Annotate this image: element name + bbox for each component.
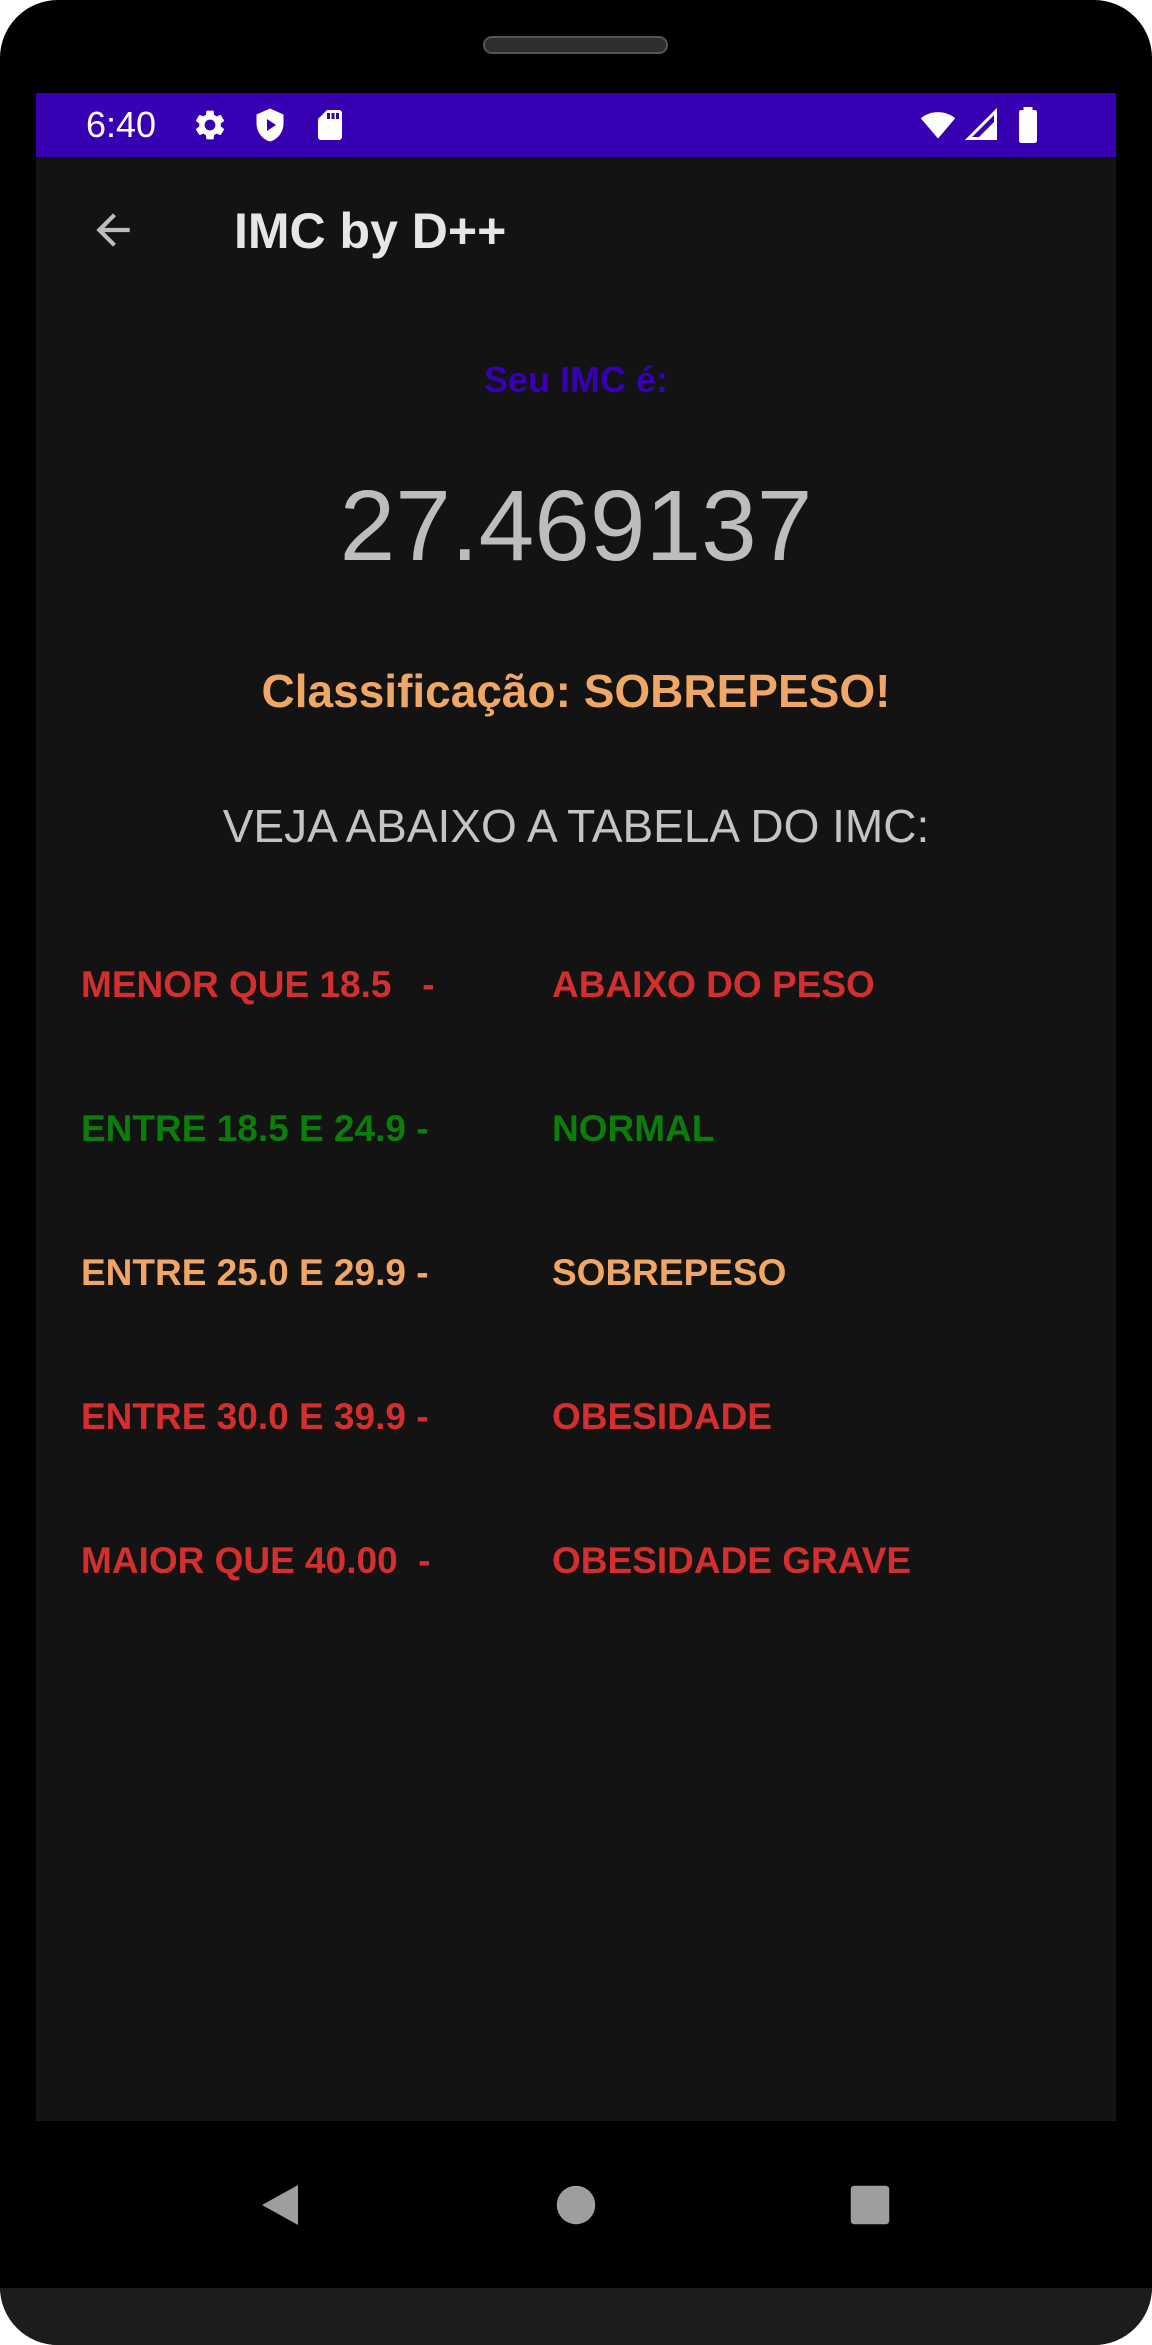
nav-back-button[interactable]	[240, 2165, 320, 2245]
sd-card-icon	[312, 107, 348, 143]
imc-range-label: MENOR QUE 18.5 -	[81, 964, 435, 1005]
battery-icon	[1014, 107, 1050, 143]
nav-home-icon	[556, 2185, 596, 2225]
table-heading: VEJA ABAIXO A TABELA DO IMC:	[222, 800, 930, 852]
app-title: IMC by D++	[234, 203, 507, 259]
app-screen: 6:40 IMC by D++ Seu IMC é: 27.469137 Cla…	[36, 93, 1116, 2121]
classification-text: Classificação: SOBREPESO!	[261, 665, 891, 717]
shield-play-icon	[252, 107, 288, 143]
imc-label: Seu IMC é:	[483, 359, 669, 400]
imc-row-underweight: MENOR QUE 18.5 - ABAIXO DO PESO	[36, 957, 1116, 1013]
arrow-back-icon	[96, 213, 130, 247]
nav-recents-button[interactable]	[830, 2165, 910, 2245]
imc-range-label: ENTRE 18.5 E 24.9 -	[81, 1108, 429, 1149]
imc-row-normal: ENTRE 18.5 E 24.9 - NORMAL	[36, 1101, 1116, 1157]
imc-value: 27.469137	[339, 470, 813, 582]
earpiece-speaker	[483, 36, 668, 54]
imc-category-label: ABAIXO DO PESO	[552, 964, 875, 1005]
gear-icon	[192, 107, 228, 143]
status-bar: 6:40	[36, 93, 1116, 157]
nav-recents-icon	[850, 2185, 890, 2225]
imc-row-obesity: ENTRE 30.0 E 39.9 - OBESIDADE	[36, 1389, 1116, 1445]
phone-frame: 6:40 IMC by D++ Seu IMC é: 27.469137 Cla…	[0, 0, 1152, 2345]
nav-back-icon	[262, 2185, 298, 2225]
imc-category-label: SOBREPESO	[552, 1252, 787, 1293]
nav-home-button[interactable]	[536, 2165, 616, 2245]
back-button[interactable]	[78, 195, 148, 265]
imc-row-overweight: ENTRE 25.0 E 29.9 - SOBREPESO	[36, 1245, 1116, 1301]
imc-range-label: ENTRE 30.0 E 39.9 -	[81, 1396, 429, 1437]
phone-chin	[0, 2288, 1152, 2345]
signal-icon	[964, 107, 1000, 143]
imc-range-label: MAIOR QUE 40.00 -	[81, 1540, 431, 1581]
app-bar: IMC by D++	[36, 157, 1116, 307]
imc-category-label: OBESIDADE	[552, 1396, 772, 1437]
imc-row-severe-obesity: MAIOR QUE 40.00 - OBESIDADE GRAVE	[36, 1533, 1116, 1589]
imc-category-label: NORMAL	[552, 1108, 715, 1149]
system-navigation-bar	[0, 2121, 1152, 2288]
status-time: 6:40	[86, 104, 157, 145]
imc-category-label: OBESIDADE GRAVE	[552, 1540, 912, 1581]
wifi-icon	[918, 107, 956, 143]
imc-range-label: ENTRE 25.0 E 29.9 -	[81, 1252, 429, 1293]
